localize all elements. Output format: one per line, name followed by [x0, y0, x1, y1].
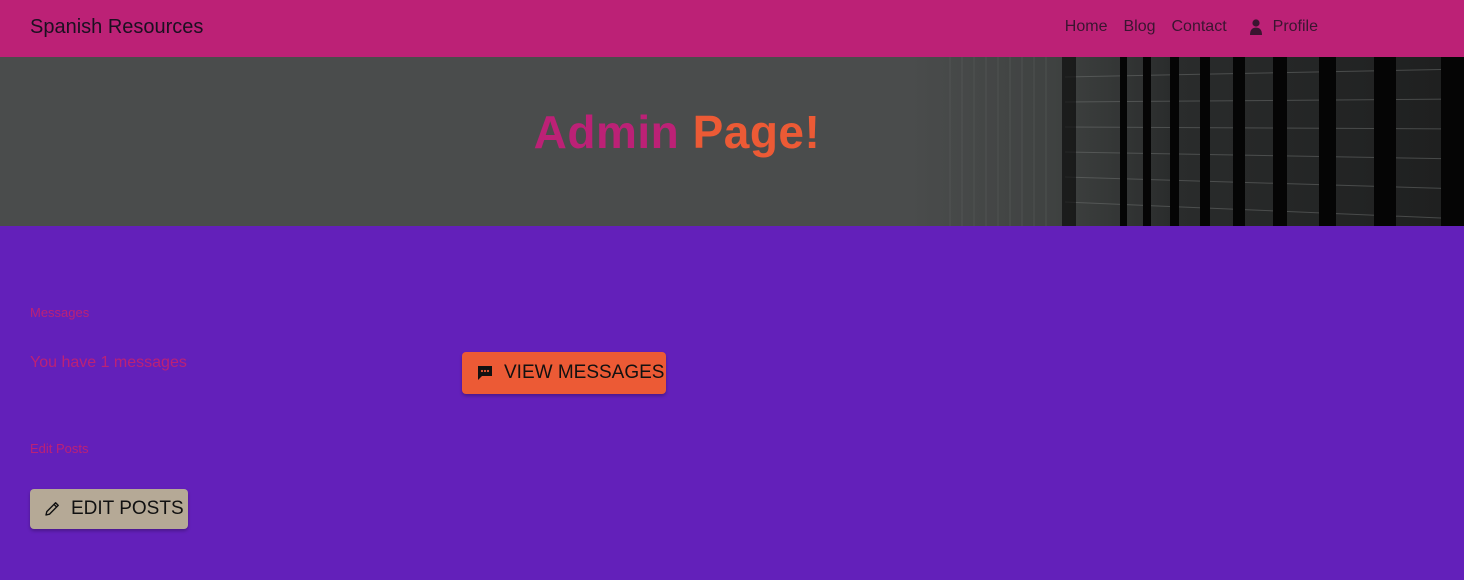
hero-banner: Admin Page! [0, 57, 1464, 226]
view-messages-button[interactable]: VIEW MESSAGES [462, 352, 666, 394]
edit-posts-button-label: EDIT POSTS [71, 498, 184, 519]
messages-section-label: Messages [30, 305, 90, 320]
nav-link-profile-label: Profile [1272, 18, 1318, 35]
chat-icon [476, 364, 494, 382]
nav-link-profile[interactable]: Profile [1243, 18, 1318, 36]
pencil-icon [43, 500, 61, 518]
nav-links: Home Blog Contact Profile [1065, 18, 1318, 36]
brand-link[interactable]: Spanish Resources [30, 16, 203, 39]
nav-link-blog[interactable]: Blog [1123, 18, 1155, 36]
page-title-word-admin: Admin [533, 106, 680, 158]
edit-posts-section-label: Edit Posts [30, 441, 89, 456]
page-title-word-page: Page! [692, 106, 821, 158]
nav-link-contact[interactable]: Contact [1172, 18, 1227, 36]
messages-summary: You have 1 messages [30, 354, 187, 371]
top-navbar: Spanish Resources Home Blog Contact Prof… [0, 0, 1464, 57]
user-icon [1249, 19, 1263, 35]
nav-link-home[interactable]: Home [1065, 18, 1108, 36]
edit-posts-button[interactable]: EDIT POSTS [30, 489, 188, 529]
view-messages-button-label: VIEW MESSAGES [504, 362, 665, 383]
page-title: Admin Page! [0, 105, 1354, 159]
